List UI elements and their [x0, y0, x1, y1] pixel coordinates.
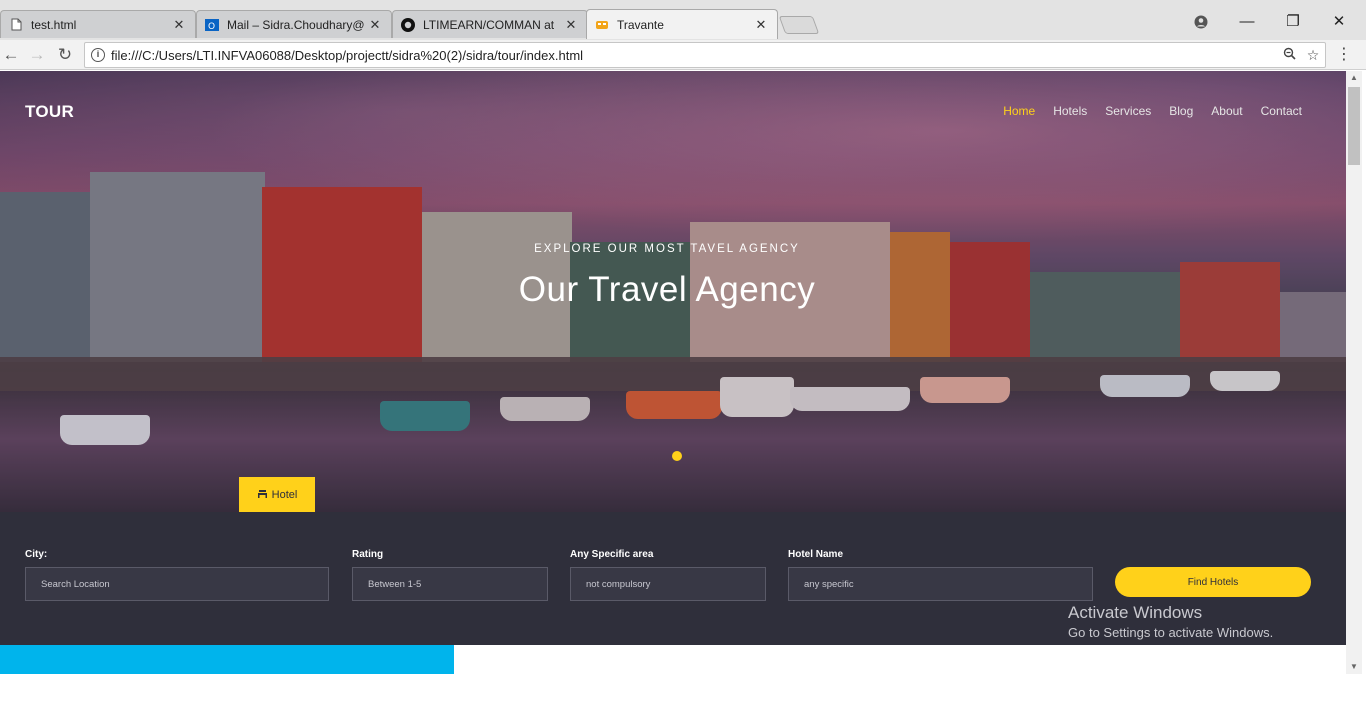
site-logo[interactable]: TOUR	[25, 102, 74, 122]
github-icon	[401, 17, 415, 32]
url-text[interactable]: file:///C:/Users/LTI.INFVA06088/Desktop/…	[111, 48, 1277, 63]
nav-blog[interactable]: Blog	[1169, 104, 1193, 118]
address-bar[interactable]: i file:///C:/Users/LTI.INFVA06088/Deskto…	[84, 42, 1326, 68]
windows-activation-watermark: Activate Windows Go to Settings to activ…	[1068, 603, 1273, 640]
hotel-search-bar: City: Search Location Rating Between 1-5…	[0, 512, 1346, 645]
bookmark-star-icon[interactable]: ☆	[1301, 47, 1325, 64]
scroll-down-arrow-icon[interactable]: ▼	[1346, 660, 1362, 674]
page-viewport: TOUR Home Hotels Services Blog About Con…	[0, 71, 1346, 674]
travel-icon	[595, 18, 609, 32]
tab-travante[interactable]: Travante ✕	[586, 9, 778, 39]
page-icon	[9, 18, 23, 32]
carousel-dot[interactable]	[672, 451, 682, 461]
rating-label: Rating	[352, 549, 384, 560]
tab-title: Travante	[617, 17, 664, 32]
area-label: Any Specific area	[570, 549, 654, 560]
nav-about[interactable]: About	[1211, 104, 1242, 118]
city-input[interactable]: Search Location	[25, 567, 329, 601]
nav-hotels[interactable]: Hotels	[1053, 104, 1087, 118]
cyan-banner	[0, 645, 454, 674]
hero-subtitle: EXPLORE OUR MOST TAVEL AGENCY	[534, 243, 800, 255]
forward-arrow-icon[interactable]: →	[26, 44, 48, 66]
close-icon[interactable]: ✕	[367, 17, 383, 33]
close-icon[interactable]: ✕	[563, 17, 579, 33]
area-input[interactable]: not compulsory	[570, 567, 766, 601]
find-hotels-button[interactable]: Find Hotels	[1115, 567, 1311, 597]
tab-mail[interactable]: O Mail – Sidra.Choudhary@ ✕	[196, 10, 392, 38]
restore-icon[interactable]: ❐	[1278, 10, 1308, 34]
hotel-name-label: Hotel Name	[788, 549, 844, 560]
hotel-icon	[257, 489, 268, 502]
hero-title: Our Travel Agency	[518, 270, 816, 309]
back-arrow-icon[interactable]: ←	[0, 44, 22, 66]
city-label: City:	[25, 549, 48, 560]
scroll-up-arrow-icon[interactable]: ▲	[1346, 71, 1362, 85]
browser-toolbar: ← → ↻ i file:///C:/Users/LTI.INFVA06088/…	[0, 40, 1366, 70]
scroll-thumb[interactable]	[1348, 87, 1360, 165]
tab-title: Mail – Sidra.Choudhary@	[227, 17, 365, 32]
minimize-icon[interactable]: —	[1232, 10, 1262, 34]
svg-text:O: O	[208, 22, 215, 32]
tab-test-html[interactable]: test.html ✕	[0, 10, 196, 38]
rating-input[interactable]: Between 1-5	[352, 567, 548, 601]
browser-tab-bar: test.html ✕ O Mail – Sidra.Choudhary@ ✕ …	[0, 0, 1366, 40]
close-icon[interactable]: ✕	[753, 17, 769, 33]
close-icon[interactable]: ✕	[171, 17, 187, 33]
page-scrollbar[interactable]: ▲ ▼	[1346, 71, 1362, 674]
hotel-tab[interactable]: Hotel	[239, 477, 315, 512]
tab-title: LTIMEARN/COMMAN at	[423, 17, 555, 32]
zoom-icon[interactable]	[1277, 47, 1301, 63]
window-close-icon[interactable]: ✕	[1324, 10, 1354, 34]
nav-services[interactable]: Services	[1105, 104, 1151, 118]
nav-contact[interactable]: Contact	[1261, 104, 1302, 118]
tab-github[interactable]: LTIMEARN/COMMAN at ✕	[392, 10, 588, 38]
profile-icon[interactable]	[1186, 10, 1216, 34]
browser-menu-icon[interactable]: ⋮	[1336, 44, 1352, 66]
reload-icon[interactable]: ↻	[54, 44, 76, 66]
hotel-name-input[interactable]: any specific	[788, 567, 1093, 601]
nav-home[interactable]: Home	[1003, 104, 1035, 118]
outlook-icon: O	[205, 18, 219, 32]
watermark-title: Activate Windows	[1068, 603, 1203, 622]
main-nav: Home Hotels Services Blog About Contact	[985, 104, 1302, 118]
hero-section: TOUR Home Hotels Services Blog About Con…	[0, 71, 1346, 512]
info-icon[interactable]: i	[91, 48, 105, 62]
next-section	[0, 645, 1346, 674]
watermark-subtitle: Go to Settings to activate Windows.	[1068, 625, 1274, 640]
tab-title: test.html	[31, 17, 77, 32]
new-tab-button[interactable]	[778, 16, 820, 34]
hotel-tab-label: Hotel	[271, 489, 298, 501]
